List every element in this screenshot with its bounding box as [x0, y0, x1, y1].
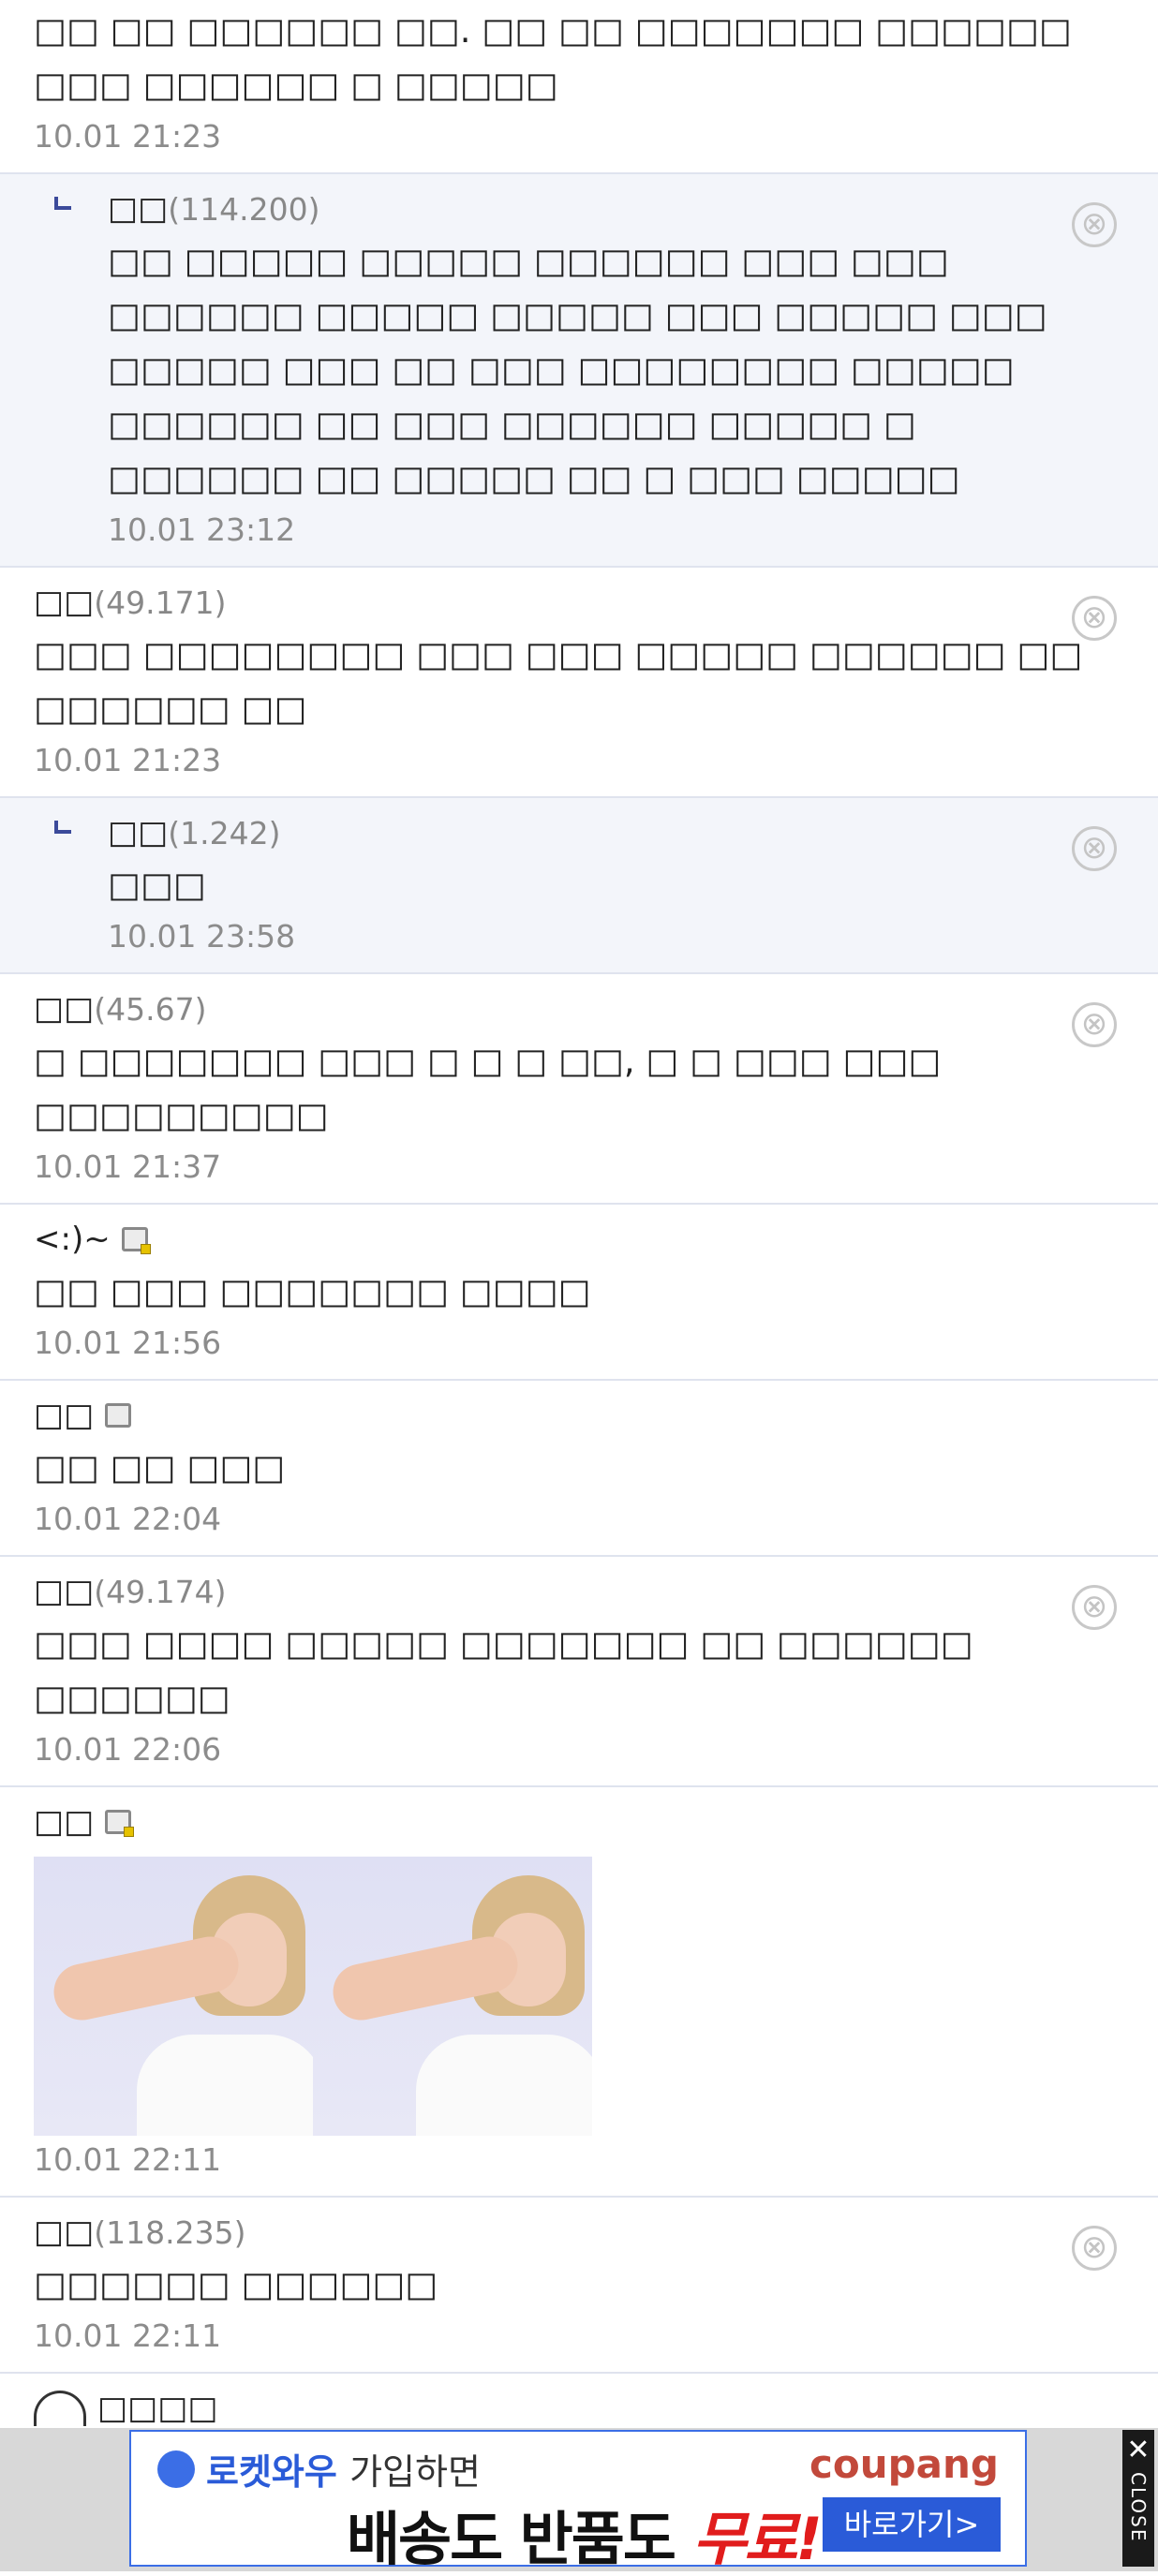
- comment-image[interactable]: [313, 1857, 592, 2136]
- ad-box[interactable]: 로켓와우 가입하면 배송도 반품도 무료! coupang 바로가기>: [129, 2430, 1027, 2573]
- ad-close-label: CLOSE: [1127, 2472, 1150, 2543]
- nickname[interactable]: □□: [34, 1803, 94, 1841]
- comment-header: □□ (49.171): [34, 581, 1121, 624]
- comment-images: [34, 1857, 1121, 2136]
- ad-main-free: 무료!: [692, 2505, 822, 2573]
- member-icon: [105, 1810, 135, 1837]
- comment-item: □□ 10.01 22:11: [0, 1787, 1158, 2198]
- comment-header: □□: [34, 1394, 1121, 1437]
- ip-address: (49.174): [94, 1573, 227, 1610]
- ad-join-text: 가입하면: [349, 2451, 481, 2493]
- ad-main-text: 배송도 반품도 무료!: [347, 2492, 823, 2576]
- coupang-logo: coupang: [809, 2441, 999, 2487]
- ad-main-4: 도: [622, 2505, 693, 2573]
- rocket-icon: [157, 2450, 195, 2488]
- ad-close-button[interactable]: ✕ CLOSE: [1122, 2430, 1154, 2567]
- comment-item: □□ (118.235) □□□□□□ □□□□□□ 10.01 22:11 ⊗: [0, 2198, 1158, 2374]
- nickname[interactable]: □□□□: [97, 2390, 218, 2427]
- delete-icon[interactable]: ⊗: [1072, 596, 1117, 641]
- comment-image[interactable]: [34, 1857, 313, 2136]
- bear-icon: [34, 2391, 86, 2426]
- comment-date: 10.01 21:56: [34, 1325, 222, 1361]
- nickname[interactable]: <:)~: [34, 1221, 111, 1258]
- comment-date: 10.01 22:06: [34, 1731, 222, 1768]
- member-icon: [121, 1227, 151, 1254]
- comment-header: □□□□: [34, 2387, 1121, 2430]
- ip-address: (49.171): [94, 584, 227, 621]
- ip-address: (45.67): [94, 990, 207, 1028]
- comment-date: 10.01 21:23: [34, 118, 222, 155]
- reply-item: □□ (114.200) □□ □□□□□ □□□□□ □□□□□□ □□□ □□□…: [0, 174, 1158, 568]
- delete-icon[interactable]: ⊗: [1072, 1585, 1117, 1630]
- ad-banner[interactable]: 로켓와우 가입하면 배송도 반품도 무료! coupang 바로가기> ✕ CL…: [0, 2428, 1158, 2573]
- comment-text: □□ □□ □□□: [34, 1447, 286, 1488]
- comment-header: □□: [34, 1800, 1121, 1843]
- comment-text: □□□□□□ □□□□□□: [34, 2264, 438, 2304]
- delete-icon[interactable]: ⊗: [1072, 2226, 1117, 2271]
- ip-address: (114.200): [168, 190, 320, 228]
- reply-arrow-icon: [54, 197, 71, 210]
- comment-text: □□□ □□□□ □□□□□ □□□□□□□ □□ □□□□□□ □□□□□□: [34, 1623, 973, 1718]
- member-icon: [105, 1403, 132, 1428]
- delete-icon[interactable]: ⊗: [1072, 826, 1117, 871]
- comment-date: 10.01 21:37: [34, 1148, 222, 1185]
- comment-header: □□ (45.67): [34, 987, 1121, 1030]
- comment-date: 10.01 22:04: [34, 1501, 222, 1537]
- comment-date: 10.01 22:11: [34, 2317, 222, 2354]
- comment-text: □□□: [108, 865, 206, 905]
- reply-item: □□ (1.242) □□□ 10.01 23:58 ⊗: [0, 798, 1158, 974]
- nickname[interactable]: □□: [34, 1397, 94, 1434]
- comment-header: □□ (114.200): [108, 187, 1121, 230]
- nickname[interactable]: □□: [108, 814, 168, 851]
- nickname[interactable]: □□: [108, 190, 168, 228]
- nickname[interactable]: □□: [34, 990, 94, 1028]
- comment-text: □□ □□□□□ □□□□□ □□□□□□ □□□ □□□ □□□□□□ □□□…: [108, 241, 1047, 498]
- comment-item: □□ □□ □□ □□□ 10.01 22:04: [0, 1381, 1158, 1557]
- reply-arrow-icon: [54, 821, 71, 834]
- nickname[interactable]: □□: [34, 2213, 94, 2251]
- comment-text: □ □□□□□□□ □□□ □ □ □ □□, □ □ □□□ □□□ □□□□…: [34, 1041, 942, 1135]
- comment-header: □□ (118.235): [34, 2211, 1121, 2254]
- nickname[interactable]: □□: [34, 584, 94, 621]
- comment-item: <:)~ □□ □□□ □□□□□□□ □□□□ 10.01 21:56: [0, 1205, 1158, 1381]
- ad-headline: 로켓와우 가입하면: [206, 2443, 481, 2495]
- ip-address: (1.242): [168, 814, 281, 851]
- comment-header: □□ (1.242): [108, 811, 1121, 854]
- comment-date: 10.01 21:23: [34, 742, 222, 778]
- comment-text: □□□ □□□□□□□□ □□□ □□□ □□□□□ □□□□□□ □□ □□□…: [34, 634, 1083, 729]
- comment-text: □□ □□ □□□□□□ □□. □□ □□ □□□□□□□ □□□□□□ □□…: [34, 10, 1072, 105]
- comment-item: □□□□: [0, 2374, 1158, 2430]
- comment-item: □□ (49.174) □□□ □□□□ □□□□□ □□□□□□□ □□ □□□□…: [0, 1557, 1158, 1787]
- ad-main-2: 도: [450, 2505, 520, 2573]
- comment-item: □□ (45.67) □ □□□□□□□ □□□ □ □ □ □□, □ □ □□□…: [0, 974, 1158, 1205]
- comment-date: 10.01 22:11: [34, 2141, 222, 2178]
- comment-item: □□ (49.171) □□□ □□□□□□□□ □□□ □□□ □□□□□ □□□…: [0, 568, 1158, 798]
- comment-header: □□ (49.174): [34, 1570, 1121, 1613]
- comment-text: □□ □□□ □□□□□□□ □□□□: [34, 1271, 591, 1311]
- ad-rocket-text: 로켓와우: [206, 2451, 337, 2493]
- delete-icon[interactable]: ⊗: [1072, 202, 1117, 247]
- comment-date: 10.01 23:12: [108, 511, 296, 548]
- close-icon[interactable]: ✕: [1122, 2434, 1154, 2466]
- ad-main-1: 배송: [347, 2505, 452, 2573]
- comment-header: <:)~: [34, 1218, 1121, 1261]
- ip-address: (118.235): [94, 2213, 246, 2251]
- comment-list: □□ □□ □□□□□□ □□. □□ □□ □□□□□□□ □□□□□□ □□…: [0, 0, 1158, 2430]
- ad-go-button[interactable]: 바로가기>: [823, 2497, 1001, 2552]
- comment-date: 10.01 23:58: [108, 918, 296, 955]
- ad-main-3: 반품: [519, 2505, 625, 2573]
- image-shirt: [416, 2035, 592, 2136]
- comment-item: □□ □□ □□□□□□ □□. □□ □□ □□□□□□□ □□□□□□ □□…: [0, 4, 1158, 174]
- nickname[interactable]: □□: [34, 1573, 94, 1610]
- delete-icon[interactable]: ⊗: [1072, 1002, 1117, 1047]
- image-shirt: [137, 2035, 313, 2136]
